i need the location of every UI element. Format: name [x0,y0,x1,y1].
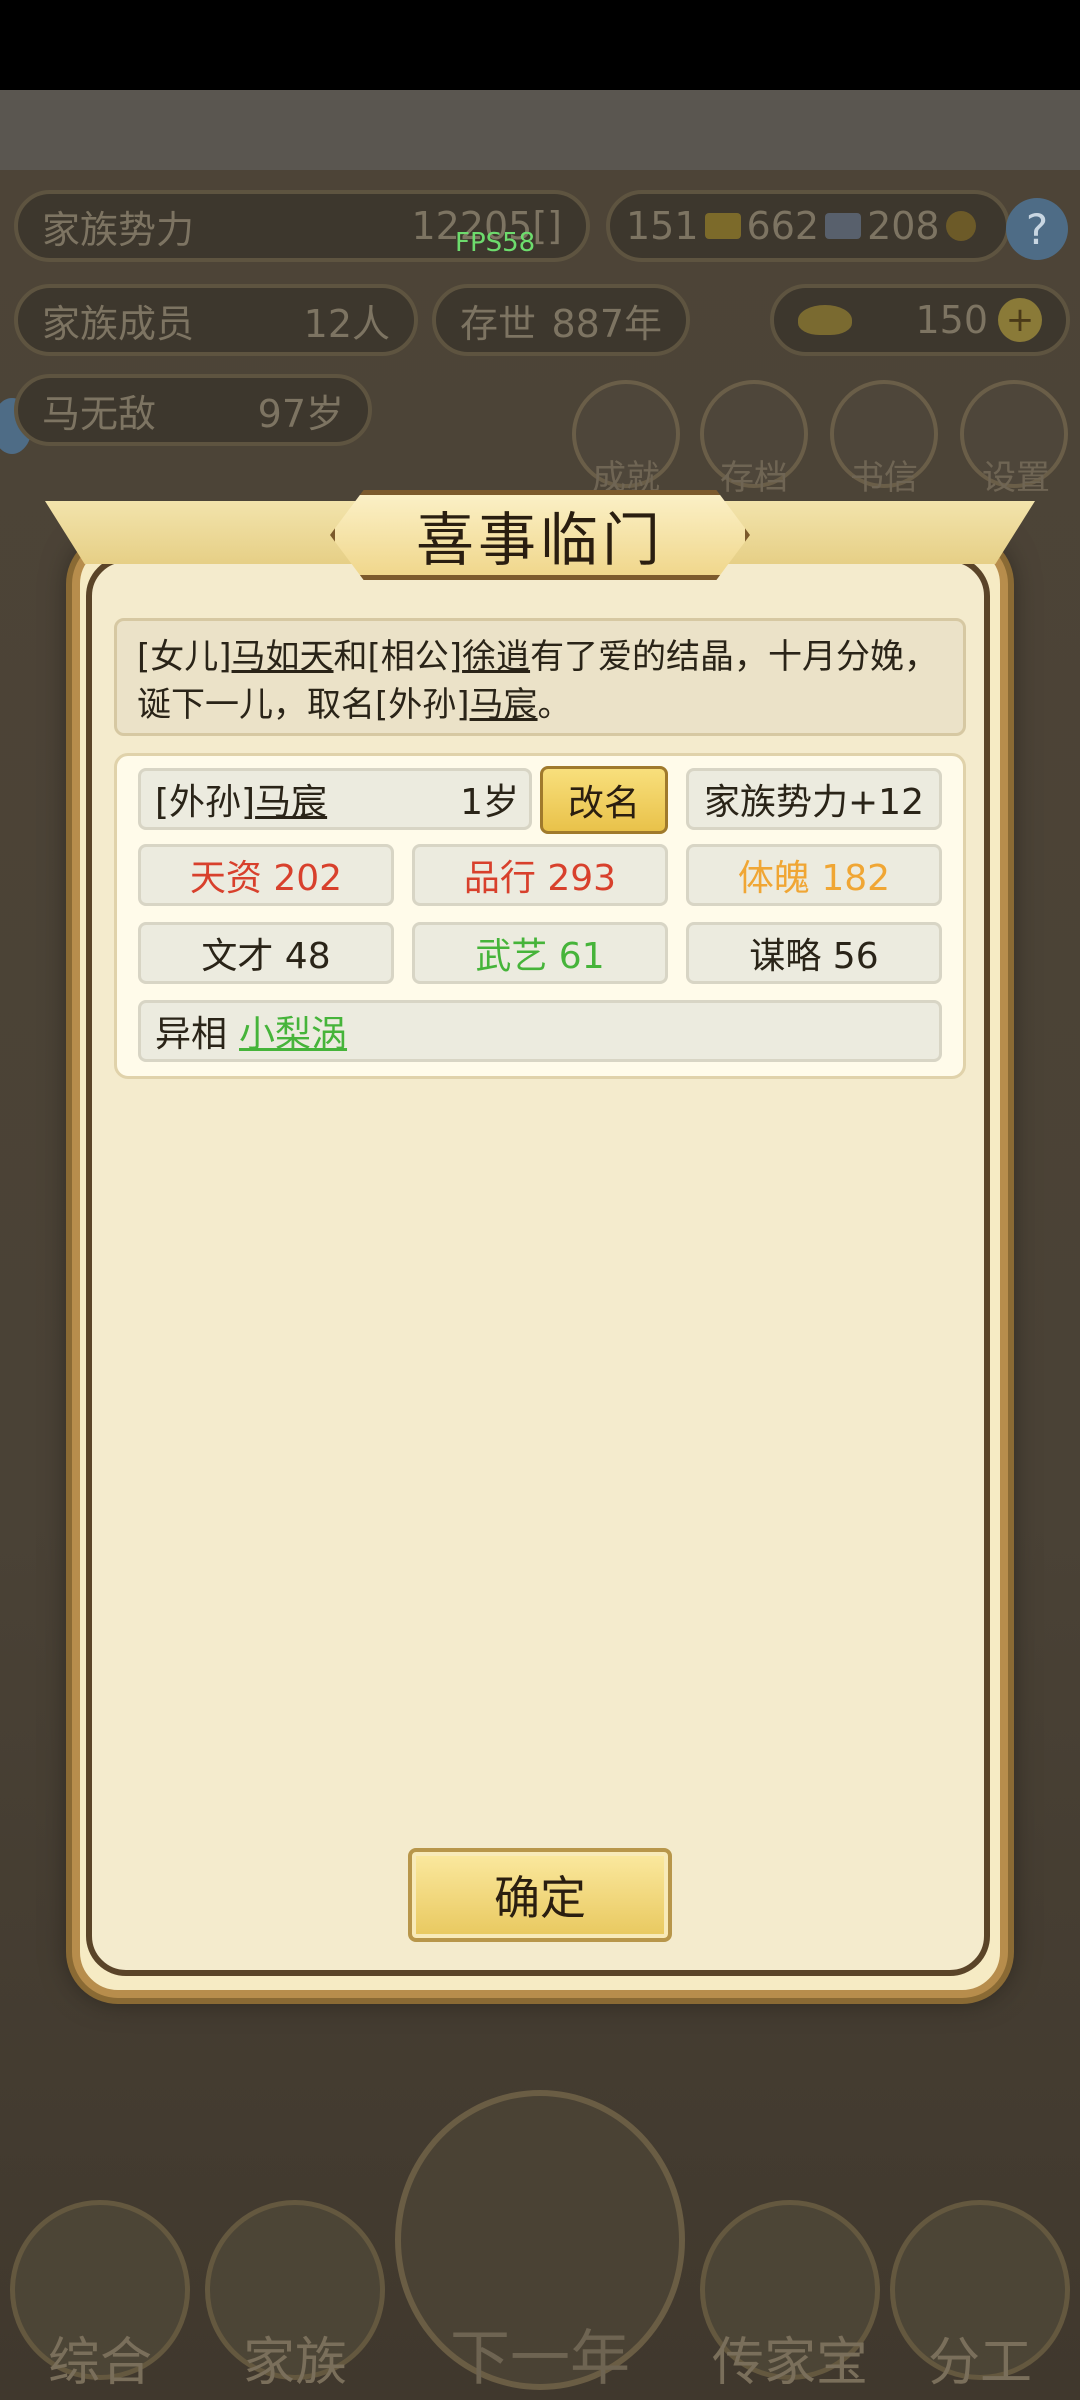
nav-general-label: 综合 [47,2333,152,2393]
confirm-button[interactable]: 确定 [408,1848,672,1942]
trait-label: 异相 [155,1014,228,1055]
nav-heirloom-label: 传家宝 [711,2333,868,2393]
family-power-label: 家族势力 [42,207,195,252]
rename-button[interactable]: 改名 [540,766,668,834]
child-name-cell: [外孙] 马宸 1岁 [138,768,532,830]
patriarch-age: 97岁 [257,391,344,436]
patriarch-pill[interactable]: 马无敌 97岁 [14,374,372,446]
existence-label: 存世 [460,301,537,346]
currency-pill: 151 662 208 [606,190,1010,262]
members-label: 家族成员 [42,301,195,346]
help-icon[interactable]: ? [1006,198,1068,260]
stat-martial: 武艺 61 [412,922,668,984]
msg-end: 。 [537,685,572,725]
stat-strategy: 谋略 56 [686,922,942,984]
child-relation: [外孙] [155,782,256,823]
existence-value: 887年 [551,301,662,346]
grandson-name-link[interactable]: 马宸 [470,685,538,725]
coin-icon [945,211,976,241]
ingot-pill: 150 + [770,284,1070,356]
next-year-label: 下一年 [450,2324,630,2394]
ingot-value: 150 [915,298,988,342]
child-name-link[interactable]: 马宸 [255,773,327,825]
stat-conduct: 品行 293 [412,844,668,906]
stat-talent: 天资 202 [138,844,394,906]
msg-relation-husband: 和[相公] [333,637,463,677]
modal-title-plate: 喜事临门 [330,490,750,580]
plus-icon[interactable]: + [998,298,1042,342]
nav-family-label: 家族 [242,2333,347,2393]
settings-label: 设置 [982,458,1050,498]
members-value: 12人 [303,301,390,346]
msg-relation-daughter: [女儿] [137,637,232,677]
stat-physique: 体魄 182 [686,844,942,906]
top-banner [0,90,1080,170]
silver-bar-icon [825,213,862,239]
child-age: 1岁 [460,782,519,823]
members-pill: 家族成员 12人 [14,284,418,356]
event-message: [女儿]马如天和[相公]徐逍有了爱的结晶，十月分娩，诞下一儿，取名[外孙]马宸。 [114,618,966,736]
trait-row: 异相 小梨涡 [138,1000,942,1062]
husband-name-link[interactable]: 徐逍 [462,637,530,677]
patriarch-name: 马无敌 [42,391,157,436]
modal-title: 喜事临门 [415,506,664,574]
daughter-name-link[interactable]: 马如天 [232,637,334,677]
gold-value: 151 [626,204,699,248]
gold-ingot-icon [798,305,852,335]
trait-value-link[interactable]: 小梨涡 [239,1005,347,1057]
stat-literary: 文才 48 [138,922,394,984]
letters-label: 书信 [850,458,918,498]
coin-value: 208 [867,204,940,248]
gold-bar-icon [704,213,741,239]
fps-counter: FPS58 [455,228,536,258]
existence-pill: 存世 887年 [432,284,690,356]
silver-value: 662 [746,204,820,248]
power-bonus: 家族势力+12 [686,768,942,830]
nav-division-label: 分工 [927,2333,1032,2393]
status-bar [0,0,1080,90]
